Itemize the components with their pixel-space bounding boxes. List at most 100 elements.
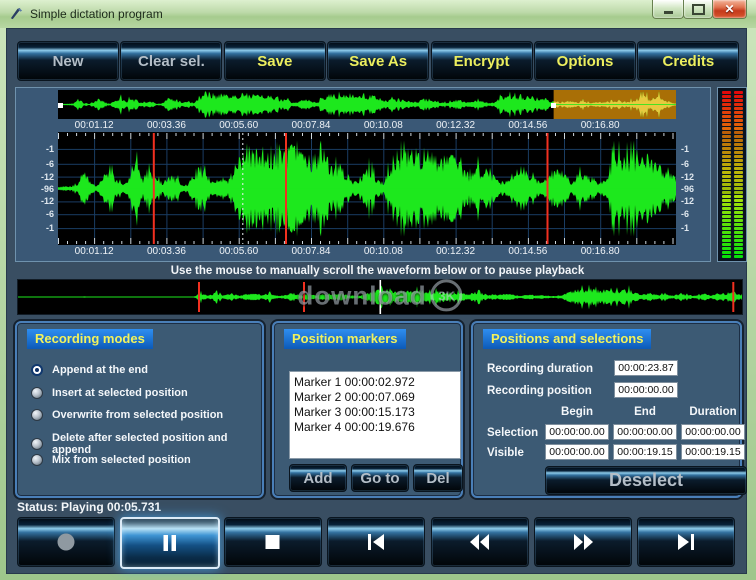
toolbar-button-save-as[interactable]: Save As [327, 41, 429, 81]
toolbar-button-save[interactable]: Save [224, 41, 326, 81]
main-waveform[interactable] [58, 132, 676, 245]
meter-segment [734, 227, 743, 230]
marker-list[interactable]: Marker 1 00:00:02.972Marker 2 00:00:07.0… [289, 371, 461, 459]
scroll-waveform[interactable]: download 3K [17, 279, 743, 315]
time-label: 00:01.12 [75, 120, 114, 131]
radio-icon[interactable] [31, 454, 43, 466]
meter-segment [722, 247, 731, 250]
maximize-button[interactable] [683, 0, 713, 19]
record-button[interactable] [17, 517, 115, 567]
selection-end-field[interactable]: 00:00:00.00 [613, 424, 677, 440]
level-meter [717, 87, 747, 262]
selection-begin-field[interactable]: 00:00:00.00 [545, 424, 609, 440]
db-label: -12 [18, 196, 54, 206]
meter-segment [734, 239, 743, 242]
add-marker-button[interactable]: Add [289, 464, 347, 492]
visible-begin-field[interactable]: 00:00:00.00 [545, 444, 609, 460]
rewind-button[interactable] [431, 517, 529, 567]
time-label: 00:16.80 [581, 246, 620, 257]
marker-list-item[interactable]: Marker 2 00:00:07.069 [294, 390, 460, 405]
time-label: 00:03.36 [147, 120, 186, 131]
overview-waveform[interactable] [58, 90, 676, 119]
db-label: -1 [681, 223, 707, 233]
deselect-button[interactable]: Deselect [545, 466, 747, 495]
record-icon [53, 532, 79, 552]
meter-segment [722, 187, 731, 190]
meter-segment [722, 91, 731, 94]
meter-segment [734, 131, 743, 134]
radio-label: Delete after selected position and appen… [52, 432, 262, 456]
time-label: 00:14.56 [508, 246, 547, 257]
meter-segment [722, 227, 731, 230]
toolbar-button-encrypt[interactable]: Encrypt [431, 41, 533, 81]
recording-duration-field[interactable]: 00:00:23.87 [614, 360, 678, 376]
recording-mode-insert-at-selected-position[interactable]: Insert at selected position [31, 387, 188, 399]
radio-icon[interactable] [31, 409, 43, 421]
meter-segment [722, 155, 731, 158]
recording-mode-mix-from-selected-position[interactable]: Mix from selected position [31, 454, 191, 466]
meter-segment [734, 175, 743, 178]
meter-segment [734, 147, 743, 150]
meter-segment [734, 111, 743, 114]
db-label: -12 [681, 172, 707, 182]
toolbar-button-new[interactable]: New [17, 41, 119, 81]
recording-modes-panel: Recording modes Append at the endInsert … [15, 321, 264, 498]
close-icon: ✕ [724, 2, 734, 16]
meter-segment [722, 139, 731, 142]
col-header-end: End [634, 406, 656, 418]
recording-position-field[interactable]: 00:00:00.00 [614, 382, 678, 398]
meter-segment [734, 103, 743, 106]
meter-segment [722, 235, 731, 238]
meter-segment [722, 215, 731, 218]
meter-segment [734, 211, 743, 214]
skip-end-button[interactable] [637, 517, 735, 567]
overview-left-handle[interactable] [58, 103, 63, 108]
pause-button[interactable] [120, 517, 220, 569]
meter-segment [734, 179, 743, 182]
marker-list-item[interactable]: Marker 3 00:00:15.173 [294, 405, 460, 420]
radio-icon[interactable] [31, 364, 43, 376]
selection-duration-field[interactable]: 00:00:00.00 [681, 424, 745, 440]
recording-mode-delete-after-selected-position-and-append[interactable]: Delete after selected position and appen… [31, 432, 262, 456]
stop-button[interactable] [224, 517, 322, 567]
position-markers-panel: Position markers Marker 1 00:00:02.972Ma… [272, 321, 463, 498]
col-header-begin: Begin [561, 406, 593, 418]
goto-marker-button[interactable]: Go to [351, 464, 409, 492]
delete-marker-button[interactable]: Del [413, 464, 463, 492]
recording-mode-overwrite-from-selected-position[interactable]: Overwrite from selected position [31, 409, 223, 421]
radio-label: Insert at selected position [52, 387, 188, 399]
skip-start-button[interactable] [327, 517, 425, 567]
db-label: -6 [681, 209, 707, 219]
meter-segment [722, 231, 731, 234]
meter-segment [722, 123, 731, 126]
marker-list-item[interactable]: Marker 1 00:00:02.972 [294, 375, 460, 390]
meter-segment [722, 99, 731, 102]
meter-segment [722, 219, 731, 222]
recording-mode-append-at-the-end[interactable]: Append at the end [31, 364, 148, 376]
visible-duration-field[interactable]: 00:00:19.15 [681, 444, 745, 460]
radio-icon[interactable] [31, 438, 43, 450]
time-label: 00:01.12 [75, 246, 114, 257]
overview-right-handle[interactable] [551, 103, 556, 108]
toolbar-button-clear-sel[interactable]: Clear sel. [120, 41, 222, 81]
close-button[interactable]: ✕ [712, 0, 747, 19]
toolbar-button-credits[interactable]: Credits [637, 41, 739, 81]
toolbar-button-options[interactable]: Options [534, 41, 636, 81]
time-label: 00:03.36 [147, 246, 186, 257]
time-label: 00:16.80 [581, 120, 620, 131]
recording-duration-label: Recording duration [487, 363, 593, 375]
position-markers-title: Position markers [284, 329, 406, 349]
time-label: 00:07.84 [292, 246, 331, 257]
meter-segment [734, 95, 743, 98]
fast-forward-button[interactable] [534, 517, 632, 567]
meter-segment [722, 159, 731, 162]
marker-list-item[interactable]: Marker 4 00:00:19.676 [294, 420, 460, 435]
meter-segment [722, 115, 731, 118]
db-label: -96 [681, 184, 707, 194]
minimize-button[interactable] [652, 0, 684, 19]
meter-segment [734, 235, 743, 238]
meter-segment [722, 103, 731, 106]
radio-icon[interactable] [31, 387, 43, 399]
visible-end-field[interactable]: 00:00:19.15 [613, 444, 677, 460]
skip-end-icon [673, 532, 699, 552]
